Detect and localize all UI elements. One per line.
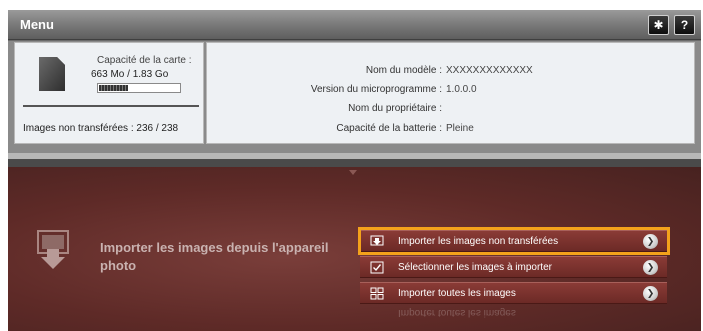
info-label: Nom du propriétaire : <box>348 103 442 114</box>
info-value: 1.0.0.0 <box>446 84 477 95</box>
button-label: Sélectionner les images à importer <box>398 262 552 273</box>
settings-button[interactable]: ✱ <box>648 15 669 35</box>
chevron-right-icon: ❯ <box>643 286 658 301</box>
capacity-bar-fill <box>99 85 128 91</box>
chevron-right-icon: ❯ <box>643 260 658 275</box>
import-panel: Importer les images depuis l'appareil ph… <box>8 167 701 331</box>
import-untransferred-button[interactable]: Importer les images non transférées ❯ <box>360 230 667 252</box>
info-value: Pleine <box>446 123 474 134</box>
info-row-firmware: Version du microprogramme : 1.0.0.0 <box>207 84 696 98</box>
gear-icon: ✱ <box>653 18 664 32</box>
divider <box>23 105 199 107</box>
help-button[interactable]: ? <box>674 15 695 35</box>
import-title: Importer les images depuis l'appareil ph… <box>100 240 329 273</box>
divider-band-dark <box>8 159 701 167</box>
collapse-arrow-icon[interactable] <box>349 170 357 175</box>
import-icon <box>370 235 384 246</box>
info-row-model: Nom du modèle : XXXXXXXXXXXXX <box>207 65 696 79</box>
untransferred-count: Images non transférées : 236 / 238 <box>23 123 179 134</box>
title-bar: Menu ✱ ? <box>8 10 701 40</box>
capacity-value: 663 Mo / 1.83 Go <box>91 69 169 80</box>
capacity-label: Capacité de la carte : <box>97 55 192 66</box>
button-reflection: Importer toutes les images <box>360 306 667 318</box>
button-label: Importer les images non transférées <box>398 236 559 247</box>
app-window: Menu ✱ ? Capacité de la carte : 663 Mo /… <box>8 10 701 331</box>
reflection-label: Importer toutes les images <box>398 307 516 318</box>
checkbox-icon <box>370 261 384 274</box>
window-title: Menu <box>20 17 54 32</box>
info-area: Capacité de la carte : 663 Mo / 1.83 Go … <box>8 41 701 153</box>
device-info-panel: Nom du modèle : XXXXXXXXXXXXX Version du… <box>206 42 695 144</box>
info-row-battery: Capacité de la batterie : Pleine <box>207 123 696 137</box>
info-value: XXXXXXXXXXXXX <box>446 65 533 76</box>
button-label: Importer toutes les images <box>398 288 516 299</box>
capacity-bar <box>97 83 181 93</box>
info-label: Version du microprogramme : <box>310 84 442 95</box>
grid-icon <box>370 287 384 300</box>
import-photo-icon <box>37 230 69 269</box>
import-all-button[interactable]: Importer toutes les images ❯ <box>360 282 667 304</box>
chevron-right-icon: ❯ <box>643 234 658 249</box>
card-panel: Capacité de la carte : 663 Mo / 1.83 Go … <box>14 42 204 144</box>
info-row-owner: Nom du propriétaire : <box>207 103 696 117</box>
info-label: Capacité de la batterie : <box>336 123 442 134</box>
memory-card-icon <box>39 57 65 91</box>
select-images-button[interactable]: Sélectionner les images à importer ❯ <box>360 256 667 278</box>
info-label: Nom du modèle : <box>365 65 442 76</box>
